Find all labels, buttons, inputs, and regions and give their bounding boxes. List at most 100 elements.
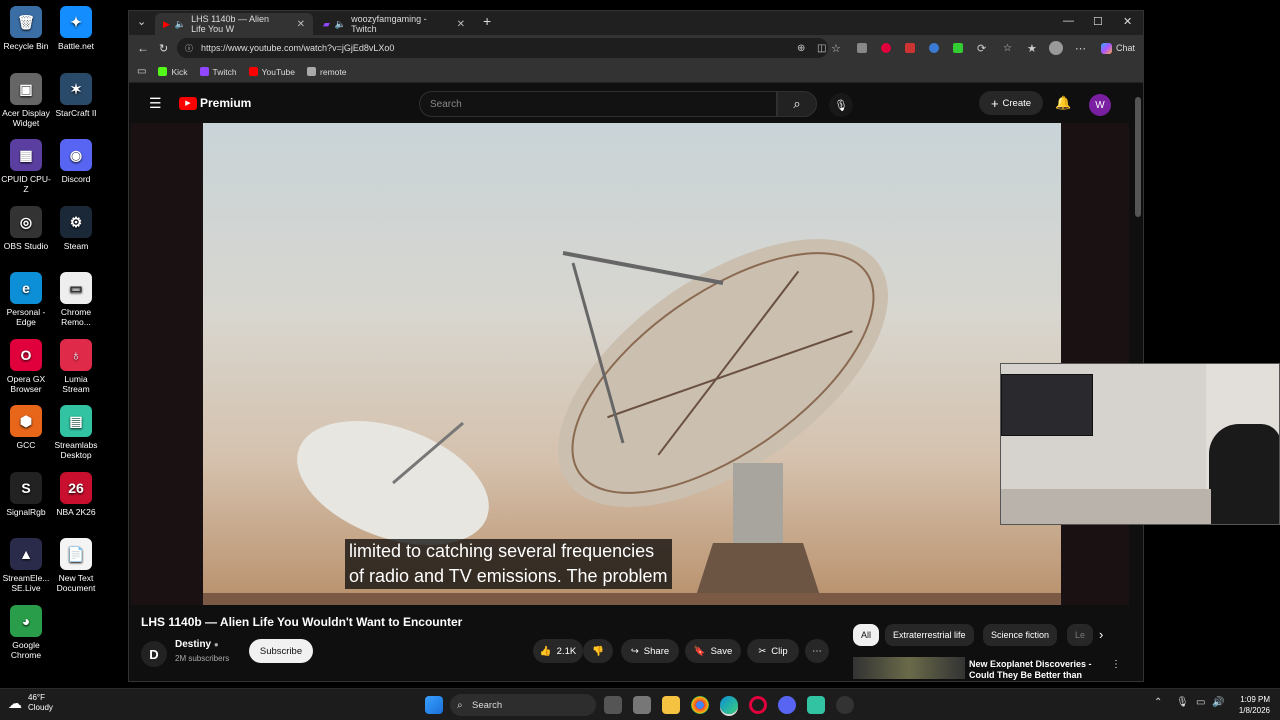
extension-icon[interactable] bbox=[857, 43, 867, 53]
close-tab-icon[interactable]: ✕ bbox=[457, 19, 465, 30]
desktop-icon-battle-net[interactable]: ✦ Battle.net bbox=[50, 6, 102, 51]
widgets-icon[interactable] bbox=[633, 696, 651, 714]
read-aloud-icon[interactable]: ⊕ bbox=[797, 43, 805, 54]
profile-avatar[interactable] bbox=[1049, 41, 1063, 55]
app-icon: ▦ bbox=[10, 139, 42, 171]
desktop-icon-google-chrome[interactable]: ◕ Google Chrome bbox=[0, 604, 52, 660]
chip-all[interactable]: All bbox=[853, 624, 880, 646]
close-tab-icon[interactable]: ✕ bbox=[297, 19, 305, 30]
extensions-puzzle-icon[interactable]: ⟳ bbox=[977, 42, 986, 55]
close-window-button[interactable]: ✕ bbox=[1123, 15, 1132, 28]
bookmark-twitch[interactable]: Twitch bbox=[199, 67, 237, 77]
app-icon: e bbox=[10, 272, 42, 304]
favorite-star-icon[interactable]: ☆ bbox=[831, 42, 841, 55]
desktop-icon-obs-studio[interactable]: ◎ OBS Studio bbox=[0, 205, 52, 251]
volume-icon[interactable]: 🔊 bbox=[1212, 697, 1224, 708]
dislike-button[interactable]: 👎 bbox=[583, 639, 613, 663]
desktop-icon-discord[interactable]: ◉ Discord bbox=[50, 139, 102, 184]
recommended-thumbnail[interactable] bbox=[853, 657, 965, 679]
tab-twitch[interactable]: ▰ 🔈 woozyfamgaming - Twitch ✕ bbox=[315, 13, 473, 35]
url-field[interactable]: ⓘ https://www.youtube.com/watch?v=jGjEd8… bbox=[177, 38, 828, 58]
account-avatar[interactable]: W bbox=[1089, 94, 1111, 116]
desktop-icon-streamele-se-live[interactable]: ▲ StreamEle... SE.Live bbox=[0, 538, 52, 593]
desktop-icon-signalrgb[interactable]: S SignalRgb bbox=[0, 471, 52, 517]
notifications-bell-icon[interactable]: 🔔 bbox=[1055, 95, 1071, 111]
obs-icon[interactable] bbox=[836, 696, 854, 714]
copilot-chat-button[interactable]: Chat bbox=[1095, 39, 1141, 57]
bookmark-remote[interactable]: remote bbox=[307, 67, 346, 77]
extension-icon[interactable] bbox=[929, 43, 939, 53]
desktop-icon-acer-display-widget[interactable]: ▣ Acer Display Widget bbox=[0, 72, 52, 128]
desktop-icon-steam[interactable]: ⚙ Steam bbox=[50, 205, 102, 251]
search-input[interactable]: Search bbox=[419, 91, 777, 117]
page-scrollbar[interactable] bbox=[1135, 97, 1141, 217]
desktop-icon-personal-edge[interactable]: e Personal - Edge bbox=[0, 272, 52, 327]
minimize-button[interactable]: — bbox=[1063, 15, 1074, 27]
desktop-icon-opera-gx-browser[interactable]: O Opera GX Browser bbox=[0, 338, 52, 394]
create-button[interactable]: + Create bbox=[979, 91, 1043, 115]
task-view-icon[interactable] bbox=[604, 696, 622, 714]
discord-icon[interactable] bbox=[778, 696, 796, 714]
voice-search-button[interactable]: 🎙 bbox=[829, 93, 853, 117]
back-icon[interactable]: ← bbox=[137, 41, 149, 55]
desktop-icon-gcc[interactable]: ⬢ GCC bbox=[0, 405, 52, 450]
new-tab-button[interactable]: + bbox=[483, 13, 491, 29]
like-button[interactable]: 👍 2.1K bbox=[533, 639, 583, 663]
youtube-logo[interactable]: ▶ Premium bbox=[179, 96, 251, 110]
chips-next-icon[interactable]: › bbox=[1099, 627, 1103, 642]
more-menu-icon[interactable]: ⋯ bbox=[1075, 42, 1086, 55]
hamburger-menu-icon[interactable]: ☰ bbox=[149, 95, 162, 112]
bookmarks-menu-icon[interactable]: ▭ bbox=[137, 66, 146, 77]
microphone-tray-icon[interactable]: 🎙 bbox=[1176, 697, 1189, 708]
clock[interactable]: 1:09 PM 1/8/2026 bbox=[1228, 694, 1270, 716]
split-screen-icon[interactable]: ◫ bbox=[817, 43, 826, 54]
refresh-icon[interactable]: ↻ bbox=[159, 42, 168, 55]
chip-science-fiction[interactable]: Science fiction bbox=[983, 624, 1058, 646]
desktop-icon-nba-2k26[interactable]: 26 NBA 2K26 bbox=[50, 471, 102, 517]
recommended-more-icon[interactable]: ⋮ bbox=[1111, 659, 1121, 670]
subscribe-button[interactable]: Subscribe bbox=[249, 639, 313, 663]
channel-name[interactable]: Destiny ● bbox=[175, 639, 219, 650]
desktop-icon-new-text-document[interactable]: 📄 New Text Document bbox=[50, 538, 102, 593]
extension-icon[interactable] bbox=[905, 43, 915, 53]
extension-icon[interactable] bbox=[881, 43, 891, 53]
maximize-button[interactable]: ☐ bbox=[1093, 15, 1103, 28]
weather-widget[interactable]: ☁ 46°F Cloudy bbox=[8, 693, 53, 713]
bookmark-youtube[interactable]: YouTube bbox=[248, 67, 295, 77]
recommended-title[interactable]: New Exoplanet Discoveries - Could They B… bbox=[969, 659, 1092, 681]
site-info-icon[interactable]: ⓘ bbox=[185, 43, 193, 54]
extension-icon[interactable] bbox=[953, 43, 963, 53]
streamlabs-icon[interactable] bbox=[807, 696, 825, 714]
desktop-icon-cpuid-cpu-z[interactable]: ▦ CPUID CPU-Z bbox=[0, 139, 52, 194]
bookmark-kick[interactable]: Kick bbox=[158, 67, 188, 77]
caption-line-1: limited to catching several frequencies bbox=[349, 541, 655, 561]
chrome-icon[interactable] bbox=[691, 696, 709, 714]
video-player[interactable]: limited to catching several frequencies … bbox=[131, 123, 1129, 605]
network-icon[interactable]: ▭ bbox=[1196, 697, 1205, 708]
tray-overflow-icon[interactable]: ⌃ bbox=[1154, 697, 1162, 708]
desktop-icon-starcraft-ii[interactable]: ✶ StarCraft II bbox=[50, 72, 102, 118]
taskbar-search[interactable]: ⌕ Search bbox=[450, 694, 596, 716]
search-button[interactable]: ⌕ bbox=[777, 91, 817, 117]
share-button[interactable]: ↪ Share bbox=[621, 639, 679, 663]
favorites-icon[interactable]: ☆ bbox=[1003, 43, 1012, 54]
speaker-icon[interactable]: 🔈 bbox=[175, 19, 186, 30]
desktop-icon-lumia-stream[interactable]: ♁ Lumia Stream bbox=[50, 338, 102, 394]
file-explorer-icon[interactable] bbox=[662, 696, 680, 714]
tab-list-chevron-icon[interactable]: ⌄ bbox=[137, 15, 146, 28]
channel-avatar[interactable]: D bbox=[141, 641, 167, 667]
more-actions-button[interactable]: ⋯ bbox=[805, 639, 829, 663]
tab-youtube[interactable]: ▶ 🔈 LHS 1140b — Alien Life You W ✕ bbox=[155, 13, 313, 35]
speaker-icon[interactable]: 🔈 bbox=[335, 19, 346, 30]
edge-icon[interactable] bbox=[720, 696, 738, 714]
start-button-icon[interactable] bbox=[425, 696, 443, 714]
clip-button[interactable]: ✂ Clip bbox=[747, 639, 799, 663]
chip-partial[interactable]: Le bbox=[1067, 624, 1093, 646]
chip-extraterrestrial-life[interactable]: Extraterrestrial life bbox=[885, 624, 974, 646]
desktop-icon-streamlabs-desktop[interactable]: ▤ Streamlabs Desktop bbox=[50, 405, 102, 460]
desktop-icon-chrome-remo[interactable]: ▭ Chrome Remo... bbox=[50, 272, 102, 327]
desktop-icon-recycle-bin[interactable]: 🗑 Recycle Bin bbox=[0, 6, 52, 51]
collections-icon[interactable]: ★ bbox=[1027, 42, 1037, 55]
save-button[interactable]: 🔖 Save bbox=[685, 639, 741, 663]
opera-gx-icon[interactable] bbox=[749, 696, 767, 714]
